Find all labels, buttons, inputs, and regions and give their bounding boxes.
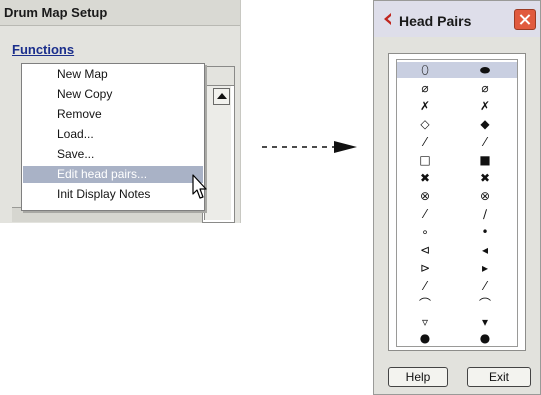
exit-button[interactable]: Exit <box>467 367 531 387</box>
head-pair-row[interactable]: ⊗ ⊗ <box>397 188 517 204</box>
help-button[interactable]: Help <box>388 367 448 387</box>
mouse-pointer-icon <box>192 174 207 199</box>
closed-notehead: ● <box>479 331 491 345</box>
head-pairs-list: ⬯ ⬬ ⌀ ⌀ ✗ ✗ ◇ ◆ ⁄ ⁄ □ ■ ✖ ✖ ⊗ ⊗ ⁄ ∕ ∘ • ⊲ ◂ ⊳ ▸ ⁄ ⁄ ⌒… <box>396 59 518 347</box>
head-pair-row[interactable]: ⊲ ◂ <box>397 242 517 258</box>
closed-notehead: ∕ <box>482 207 488 221</box>
open-notehead: ⁄ <box>423 135 426 149</box>
closed-notehead: ✖ <box>479 171 491 185</box>
head-pair-row[interactable]: ⬯ ⬬ <box>397 62 517 78</box>
head-pairs-window: Head Pairs ⬯ ⬬ ⌀ ⌀ ✗ ✗ ◇ ◆ ⁄ ⁄ □ ■ ✖ ✖ ⊗ ⊗ ⁄ ∕ ∘ •… <box>373 0 541 395</box>
closed-notehead: ⌀ <box>481 81 489 95</box>
closed-notehead: ◆ <box>480 117 490 131</box>
drum-map-setup-title: Drum Map Setup <box>4 5 108 20</box>
closed-notehead: ⁄ <box>483 279 486 293</box>
closed-notehead: ▸ <box>481 261 489 275</box>
head-pair-row[interactable]: ⌒ ⌒ <box>397 296 517 312</box>
open-notehead: ✗ <box>419 99 431 113</box>
head-pairs-titlebar: Head Pairs <box>374 1 540 37</box>
open-notehead: ✖ <box>419 171 431 185</box>
open-notehead: □ <box>419 153 431 167</box>
head-pairs-title: Head Pairs <box>399 13 472 29</box>
head-pair-row[interactable]: ⊳ ▸ <box>397 260 517 276</box>
menu-item-label: New Map <box>57 67 108 81</box>
open-notehead: ⌀ <box>421 81 429 95</box>
head-pairs-panel: ⬯ ⬬ ⌀ ⌀ ✗ ✗ ◇ ◆ ⁄ ⁄ □ ■ ✖ ✖ ⊗ ⊗ ⁄ ∕ ∘ • ⊲ ◂ ⊳ ▸ ⁄ ⁄ ⌒… <box>388 53 526 351</box>
open-notehead: ⊳ <box>419 261 431 275</box>
head-pair-row[interactable]: ◇ ◆ <box>397 116 517 132</box>
scroll-up-arrow-icon[interactable] <box>213 88 230 105</box>
open-notehead: ⊗ <box>419 189 431 203</box>
head-pair-row[interactable]: ▿ ▾ <box>397 314 517 330</box>
closed-notehead: • <box>481 225 489 239</box>
open-notehead: ◇ <box>420 117 430 131</box>
closed-notehead: ■ <box>479 153 491 167</box>
menu-item-remove[interactable]: Remove <box>23 106 203 123</box>
closed-notehead: ⊗ <box>479 189 491 203</box>
head-pair-row[interactable]: ⁄ ⁄ <box>397 278 517 294</box>
head-pair-row[interactable]: ⌀ ⌀ <box>397 80 517 96</box>
menu-item-new-map[interactable]: New Map <box>23 66 203 83</box>
functions-dropdown-menu: New Map New Copy Remove Load... Save... … <box>21 63 205 211</box>
open-notehead: ● <box>419 331 431 345</box>
open-notehead: ∘ <box>421 225 429 239</box>
menu-item-label: Load... <box>57 127 94 141</box>
drum-map-setup-window: Drum Map Setup Functions New Map New Cop… <box>0 0 241 223</box>
open-notehead: ⌒ <box>418 297 431 311</box>
head-pair-row[interactable]: ✖ ✖ <box>397 170 517 186</box>
menu-item-label: New Copy <box>57 87 113 101</box>
head-pair-row[interactable]: ✗ ✗ <box>397 98 517 114</box>
menu-item-label: Init Display Notes <box>57 187 151 201</box>
head-pair-row[interactable]: □ ■ <box>397 152 517 168</box>
drum-map-list-scrollbar[interactable] <box>204 86 231 220</box>
closed-notehead: ⬬ <box>479 63 491 77</box>
head-pair-row[interactable]: ⁄ ∕ <box>397 206 517 222</box>
menu-item-label: Edit head pairs... <box>57 167 148 181</box>
closed-notehead: ▾ <box>481 315 489 329</box>
head-pair-row[interactable]: ● ● <box>397 330 517 346</box>
drum-map-list-header <box>203 67 234 86</box>
drum-map-setup-titlebar: Drum Map Setup <box>0 0 240 26</box>
open-notehead: ⊲ <box>419 243 431 257</box>
closed-notehead: ✗ <box>479 99 491 113</box>
menu-item-label: Remove <box>57 107 102 121</box>
close-button[interactable] <box>514 9 536 30</box>
closed-notehead: ⌒ <box>478 297 491 311</box>
closed-notehead: ⁄ <box>483 135 486 149</box>
dashed-arrow-icon <box>262 141 357 153</box>
menu-item-save[interactable]: Save... <box>23 146 203 163</box>
menu-item-init-display-notes[interactable]: Init Display Notes <box>23 186 203 203</box>
menu-item-edit-head-pairs[interactable]: Edit head pairs... <box>23 166 203 183</box>
menu-item-load[interactable]: Load... <box>23 126 203 143</box>
cubase-logo-icon <box>384 13 391 25</box>
open-notehead: ▿ <box>421 315 429 329</box>
open-notehead: ⁄ <box>423 207 426 221</box>
menu-item-new-copy[interactable]: New Copy <box>23 86 203 103</box>
closed-notehead: ◂ <box>481 243 489 257</box>
open-notehead: ⁄ <box>423 279 426 293</box>
menu-item-label: Save... <box>57 147 95 161</box>
open-notehead: ⬯ <box>421 63 429 77</box>
head-pair-row[interactable]: ∘ • <box>397 224 517 240</box>
functions-menu-button[interactable]: Functions <box>12 42 74 57</box>
head-pair-row[interactable]: ⁄ ⁄ <box>397 134 517 150</box>
